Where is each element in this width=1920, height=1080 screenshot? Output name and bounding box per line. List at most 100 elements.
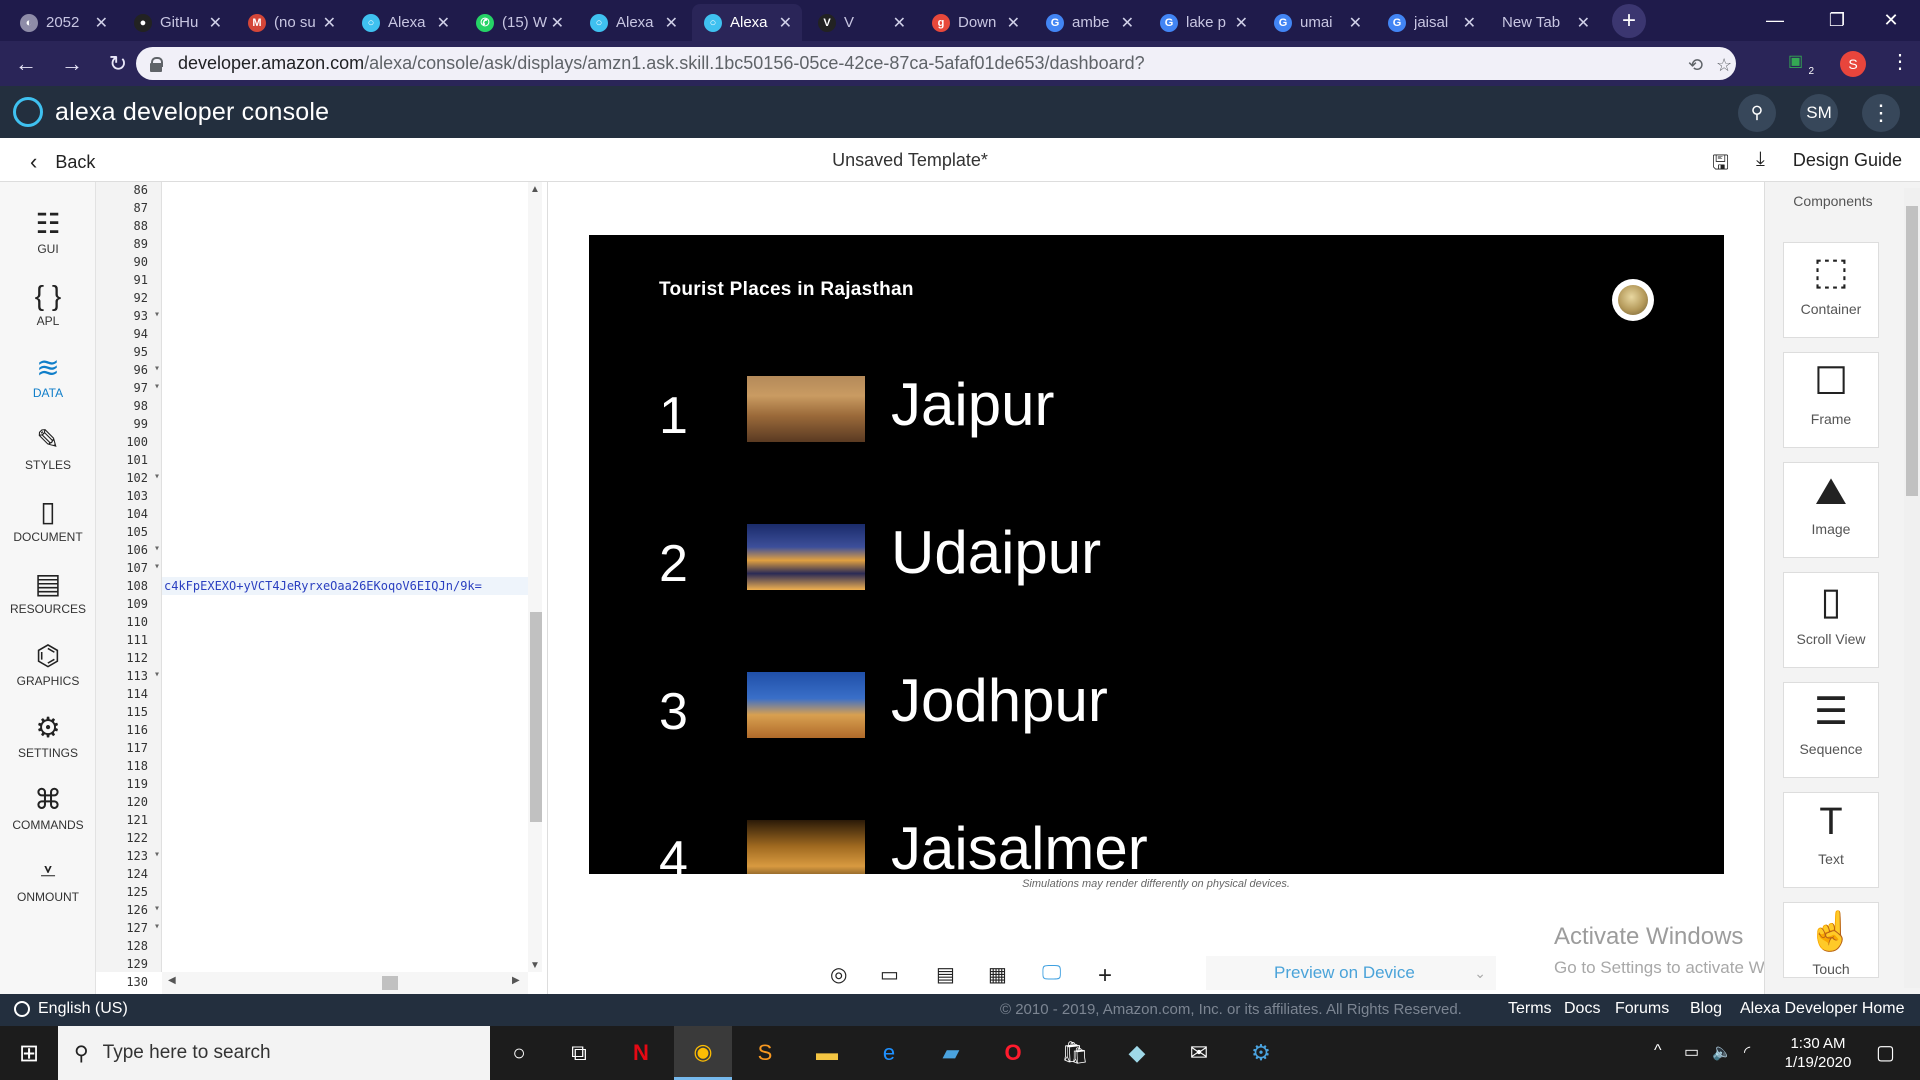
save-icon[interactable]: 🖫 [1712, 148, 1729, 182]
tab-close-icon[interactable]: ✕ [893, 13, 906, 33]
browser-tab[interactable]: Gumai ✕ [1262, 4, 1372, 41]
component-frame[interactable]: ☐ Frame [1783, 352, 1879, 448]
component-text[interactable]: T Text [1783, 792, 1879, 888]
sidebar-item-gui[interactable]: ☷ GUI [0, 196, 96, 264]
user-avatar[interactable]: SM [1800, 94, 1838, 132]
translate-icon[interactable]: ⟲ [1688, 55, 1703, 76]
tab-close-icon[interactable]: ✕ [551, 13, 564, 33]
round-viewport-icon[interactable]: ◎ [830, 962, 862, 986]
component-sequence[interactable]: ☰ Sequence [1783, 682, 1879, 778]
component-scroll-view[interactable]: ▯ Scroll View [1783, 572, 1879, 668]
design-guide-link[interactable]: Design Guide [1793, 150, 1902, 171]
browser-tab[interactable]: ✆ (15) W ✕ [464, 4, 574, 41]
tab-close-icon[interactable]: ✕ [1577, 13, 1590, 33]
close-window-button[interactable]: ✕ [1860, 0, 1920, 40]
settings-icon[interactable]: ⚙ [1232, 1026, 1290, 1080]
sidebar-item-apl[interactable]: { } APL [0, 268, 96, 336]
editor-vertical-scrollbar[interactable]: ▲ ▼ [528, 182, 542, 972]
tab-close-icon[interactable]: ✕ [665, 13, 678, 33]
sidebar-item-onmount[interactable]: ⩡ ONMOUNT [0, 844, 96, 912]
browser-tab[interactable]: Gambe ✕ [1034, 4, 1144, 41]
landscape-viewport-icon[interactable]: ▭ [880, 962, 912, 986]
tab-close-icon[interactable]: ✕ [323, 13, 336, 33]
chevron-down-icon[interactable]: ⌄ [1474, 965, 1486, 982]
browser-tab[interactable]: ○ Alexa ✕ [692, 4, 802, 41]
mail-icon[interactable]: ✉ [1170, 1026, 1228, 1080]
medium-hub-viewport-icon[interactable]: ▤ [936, 962, 968, 986]
browser-tab[interactable]: New Tab ✕ [1490, 4, 1600, 41]
battery-icon[interactable]: ▭ [1684, 1042, 1699, 1062]
sidebar-item-commands[interactable]: ⌘ COMMANDS [0, 772, 96, 840]
tab-close-icon[interactable]: ✕ [1235, 13, 1248, 33]
components-scroll-thumb[interactable] [1906, 206, 1918, 496]
tab-close-icon[interactable]: ✕ [779, 13, 792, 33]
tab-close-icon[interactable]: ✕ [1121, 13, 1134, 33]
task-view-icon[interactable]: ⧉ [550, 1026, 608, 1080]
component-touch[interactable]: ☝ Touch [1783, 902, 1879, 978]
component-image[interactable]: ⛰ Image [1783, 462, 1879, 558]
show-hidden-icons-icon[interactable]: ^ [1654, 1042, 1662, 1060]
browser-tab[interactable]: ◐ 2052 ✕ [8, 4, 118, 41]
scroll-left-icon[interactable]: ◀ [168, 975, 176, 986]
extension-icon[interactable]: ▣ 2 [1788, 51, 1814, 77]
sidebar-item-styles[interactable]: ✎ STYLES [0, 412, 96, 480]
opera-icon[interactable]: O [984, 1026, 1042, 1080]
browser-menu-icon[interactable]: ⋮ [1890, 49, 1910, 74]
edge-icon[interactable]: e [860, 1026, 918, 1080]
sidebar-item-data[interactable]: ≋ DATA [0, 340, 96, 408]
browser-back-icon[interactable]: ← [6, 44, 46, 84]
editor-h-scroll-thumb[interactable] [382, 976, 398, 990]
chrome-icon[interactable]: ◉ [674, 1026, 732, 1080]
data-code-editor[interactable]: 86 87 88 89 90 91 92 93 94 95 96 97 98 99 100 101 102 103… [96, 182, 558, 994]
tab-close-icon[interactable]: ✕ [1463, 13, 1476, 33]
store-icon[interactable]: 🛍 [1046, 1026, 1104, 1080]
tab-close-icon[interactable]: ✕ [1349, 13, 1362, 33]
preview-on-device-button[interactable]: Preview on Device ⌄ [1206, 956, 1496, 990]
netflix-icon[interactable]: N [612, 1026, 670, 1080]
search-icon[interactable]: ⚲ [1738, 94, 1776, 132]
sidebar-item-settings[interactable]: ⚙ SETTINGS [0, 700, 96, 768]
restore-window-button[interactable]: ❐ [1806, 0, 1868, 40]
sidebar-item-document[interactable]: ▯ DOCUMENT [0, 484, 96, 552]
large-hub-viewport-icon[interactable]: ▦ [988, 962, 1020, 986]
tab-close-icon[interactable]: ✕ [209, 13, 222, 33]
browser-tab[interactable]: ○ Alexa ✕ [578, 4, 688, 41]
footer-link-docs[interactable]: Docs [1564, 1000, 1600, 1018]
notifications-icon[interactable]: ▢ [1876, 1040, 1895, 1065]
address-bar[interactable]: developer.amazon.com/alexa/console/ask/d… [136, 47, 1736, 80]
reload-icon[interactable]: ↻ [98, 44, 138, 84]
windows-start-icon[interactable]: ⊞ [0, 1026, 58, 1080]
language-selector[interactable]: English (US) [14, 1000, 128, 1018]
browser-tab[interactable]: Glake p ✕ [1148, 4, 1258, 41]
tab-close-icon[interactable]: ✕ [437, 13, 450, 33]
editor-scroll-thumb[interactable] [530, 612, 542, 822]
browser-tab[interactable]: V V ✕ [806, 4, 916, 41]
footer-link-terms[interactable]: Terms [1508, 1000, 1552, 1018]
profile-avatar[interactable]: S [1840, 51, 1866, 77]
app2-icon[interactable]: ◆ [1108, 1026, 1166, 1080]
app-icon[interactable]: ▰ [922, 1026, 980, 1080]
volume-icon[interactable]: 🔈 [1712, 1042, 1732, 1062]
taskbar-search[interactable]: ⚲ Type here to search [58, 1026, 490, 1080]
add-viewport-icon[interactable]: + [1098, 962, 1130, 989]
tv-viewport-icon[interactable]: 🖵 [1042, 962, 1074, 986]
taskbar-clock[interactable]: 1:30 AM 1/19/2020 [1774, 1034, 1862, 1072]
cortana-icon[interactable]: ○ [490, 1026, 548, 1080]
browser-forward-icon[interactable]: → [52, 44, 92, 84]
wifi-icon[interactable]: ◜ [1744, 1042, 1750, 1062]
minimize-window-button[interactable]: — [1744, 0, 1806, 40]
tab-close-icon[interactable]: ✕ [1007, 13, 1020, 33]
tab-close-icon[interactable]: ✕ [95, 13, 108, 33]
sublime-text-icon[interactable]: S [736, 1026, 794, 1080]
browser-tab[interactable]: ● GitHu ✕ [122, 4, 232, 41]
footer-link-forums[interactable]: Forums [1615, 1000, 1669, 1018]
scroll-up-icon[interactable]: ▲ [530, 184, 540, 195]
browser-tab[interactable]: ○ Alexa ✕ [350, 4, 460, 41]
more-menu-icon[interactable]: ⋮ [1862, 94, 1900, 132]
sidebar-item-resources[interactable]: ▤ RESOURCES [0, 556, 96, 624]
code-line-highlighted[interactable]: c4kFpEXEXO+yVCT4JeRyrxeOaa26EKoqoV6EIQJn… [162, 577, 532, 595]
sidebar-item-graphics[interactable]: ⌬ GRAPHICS [0, 628, 96, 696]
footer-link-blog[interactable]: Blog [1690, 1000, 1722, 1018]
scroll-right-icon[interactable]: ▶ [512, 975, 520, 986]
components-scrollbar[interactable] [1904, 188, 1920, 988]
